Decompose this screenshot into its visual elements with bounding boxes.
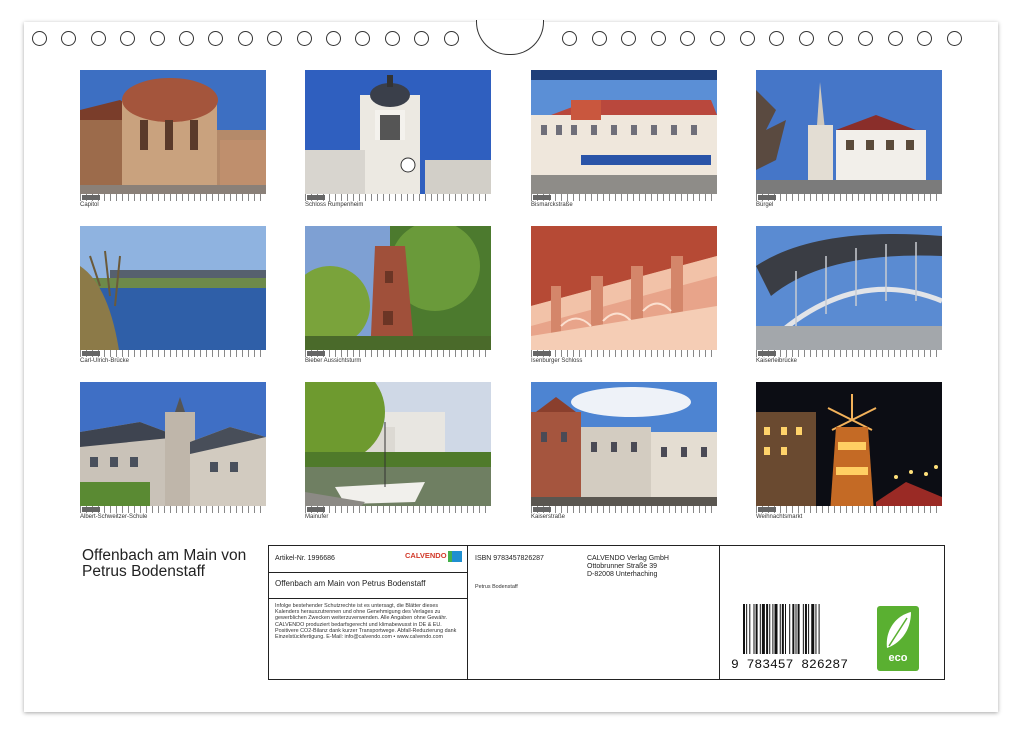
binding-hole [297,31,312,46]
photo-thumbnail-albert-schweitzer-schule [80,382,266,513]
binding-hole [562,31,577,46]
binding-hole [32,31,47,46]
barcode-bar [805,604,807,654]
photo-caption: Mainufer [305,514,328,520]
binding-hole [267,31,282,46]
binding-hole [150,31,165,46]
photo-thumbnail-kaiserleibruecke [756,226,942,357]
product-title: Offenbach am Main von Petrus Bodenstaff [275,579,425,588]
publisher-name: CALVENDO Verlag GmbH [587,555,669,562]
binding-hole [120,31,135,46]
barcode-bar [782,604,784,654]
photo-caption: Kaiserstraße [531,514,565,520]
barcode-bar [815,604,816,654]
barcode-bar [789,604,790,654]
photo-thumbnail-mainufer [305,382,491,513]
binding-hole [385,31,400,46]
barcode-bar [798,604,800,654]
publisher-city: D-82008 Unterhaching [587,571,657,578]
product-info-box: Artikel-Nr. 1996686 CALVENDO Offenbach a… [268,545,945,680]
barcode-bar [772,604,773,654]
binding-hole [444,31,459,46]
barcode-bar [808,604,809,654]
barcode-bar [743,604,745,654]
binding-hole [710,31,725,46]
binding-hole [621,31,636,46]
binding-hole [414,31,429,46]
barcode-bar [775,604,778,654]
photo-caption: Bismarckstraße [531,202,573,208]
photo-thumbnail-schloss-rumpenheim [305,70,491,201]
calvendo-logo-icon [448,551,462,562]
calendar-back-page: Capitol Schloss Rumpenheim [24,22,998,712]
photo-thumbnail-bieber-aussichtsturm [305,226,491,357]
barcode-bar [746,604,747,654]
barcode-bar [803,604,804,654]
photo-caption: Carl-Ulrich-Brücke [80,358,129,364]
binding-hole [888,31,903,46]
barcode-bar [754,604,755,654]
photo-thumbnail-weihnachtsmarkt [756,382,942,513]
binding-hole [651,31,666,46]
publisher-street: Ottobrunner Straße 39 [587,563,657,570]
photo-caption: Schloss Rumpenheim [305,202,363,208]
barcode-bar [769,604,770,654]
binding-hole [179,31,194,46]
barcode-bar [796,604,797,654]
barcode-bar [760,604,761,654]
isbn-barcode [741,604,851,654]
barcode-bar [762,604,765,654]
photo-thumbnail-isenburger-schloss [531,226,717,357]
binding-hole [355,31,370,46]
calendar-title: Offenbach am Main von Petrus Bodenstaff [82,548,267,580]
binding-hole [799,31,814,46]
binding-hole [326,31,341,46]
calvendo-logo-text: CALVENDO [405,551,447,560]
leaf-icon [877,606,919,654]
isbn: ISBN 9783457826287 [475,555,544,562]
photo-caption: Isenburger Schloss [531,358,582,364]
binding-hole [740,31,755,46]
photo-thumbnail-bismarckstrasse [531,70,717,201]
photo-caption: Bieber Aussichtsturm [305,358,361,364]
binding-hole [769,31,784,46]
barcode-bar [756,604,758,654]
barcode-bar [749,604,750,654]
binding-hole [592,31,607,46]
binding-hole [917,31,932,46]
photo-caption: Weihnachtsmarkt [756,514,802,520]
binding-hole [947,31,962,46]
eco-label: eco [877,652,919,664]
barcode-bar [792,604,794,654]
barcode-digits: 9 783457 826287 [731,657,848,672]
author-name: Petrus Bodenstaff [475,584,518,590]
photo-thumbnail-carl-ulrich-bruecke [80,226,266,357]
binding-hole [208,31,223,46]
calvendo-logo: CALVENDO [405,551,463,567]
barcode-bar [785,604,786,654]
photo-caption: Bürgel [756,202,773,208]
legal-notice: Infolge bestehender Schutzrechte ist es … [275,603,463,640]
photo-thumbnail-buergel [756,70,942,201]
binding-hole [238,31,253,46]
binding-hole [858,31,873,46]
binding-hole [91,31,106,46]
barcode-bar [766,604,768,654]
binding-hole [828,31,843,46]
barcode-bar [811,604,814,654]
photo-thumbnail-capitol [80,70,266,201]
eco-badge: eco [877,606,919,671]
barcode-bar [819,604,820,654]
photo-caption: Kaiserleibrücke [756,358,797,364]
binding-hole [61,31,76,46]
binding-hole [680,31,695,46]
barcode-bar [780,604,781,654]
photo-thumbnail-kaiserstrasse [531,382,717,513]
photo-caption: Capitol [80,202,99,208]
photo-caption: Albert-Schweitzer-Schule [80,514,147,520]
article-number: Artikel-Nr. 1996686 [275,555,335,562]
